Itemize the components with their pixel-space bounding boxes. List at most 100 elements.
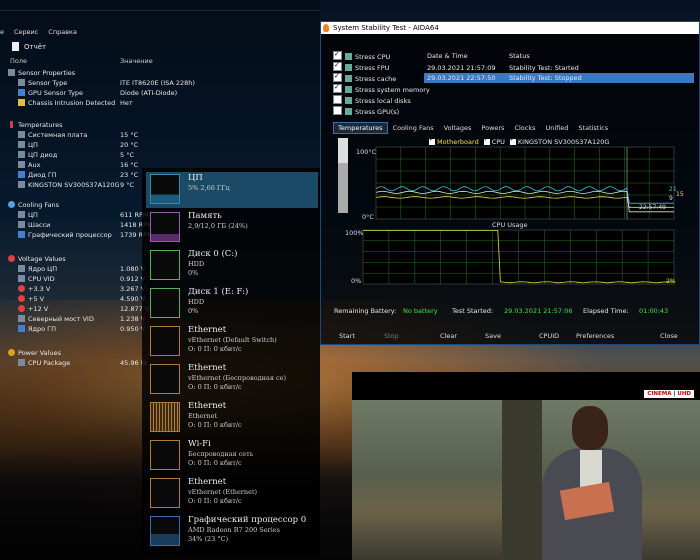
tree-section[interactable]: Power Values	[8, 348, 61, 358]
log-header-date: Date & Time	[427, 52, 468, 60]
sensor-label: Диод ГП	[28, 171, 57, 179]
task-manager-performance-list: ЦП 5% 2,66 ГГц Память 2,9/12,0 ГБ (24%) Диск…	[142, 168, 320, 553]
checkbox[interactable]	[333, 106, 342, 115]
section-icon	[8, 201, 15, 208]
sensor-icon	[18, 89, 25, 96]
tab-clocks[interactable]: Clocks	[509, 122, 540, 134]
checkbox[interactable]	[333, 95, 342, 104]
perf-detail: vEthernet (Беспроводная се)	[188, 374, 287, 382]
close-button[interactable]: Close	[660, 332, 678, 340]
perf-item[interactable]: Память 2,9/12,0 ГБ (24%)	[146, 210, 318, 246]
tab-powers[interactable]: Powers	[476, 122, 509, 134]
stress-option[interactable]: Stress local disks	[333, 95, 453, 106]
temp-top-label: 100°C	[356, 148, 377, 156]
perf-thumbnail	[150, 250, 180, 280]
title-bar[interactable]: System Stability Test - AIDA64	[321, 22, 699, 34]
log-row[interactable]: 29.03.2021 21:57:09 Stability Test: Star…	[424, 63, 694, 73]
sensor-value: 9 °C	[120, 181, 134, 189]
sensor-row[interactable]: ЦП 20 °C	[0, 140, 320, 150]
tab-unified[interactable]: Unified	[541, 122, 574, 134]
sensor-icon	[18, 265, 25, 272]
start-button[interactable]: Start	[339, 332, 355, 340]
stress-option[interactable]: Stress system memory	[333, 82, 453, 95]
cpuid-button[interactable]: CPUID	[539, 332, 559, 340]
legend-motherboard[interactable]: Motherboard	[429, 136, 479, 146]
perf-detail: AMD Radeon R7 200 Series	[188, 526, 280, 534]
tree-section[interactable]: Voltage Values	[8, 254, 66, 264]
perf-item[interactable]: Диск 0 (C:) HDD 0%	[146, 248, 318, 284]
sensor-row[interactable]: Chassis Intrusion Detected Нет	[0, 98, 320, 108]
log-status: Stability Test: Stopped	[509, 74, 582, 82]
temp-time-label: 22:57:49	[639, 204, 666, 211]
test-started-value: 29.03.2021 21:57:06	[504, 307, 573, 315]
tree-section[interactable]: Cooling Fans	[8, 200, 59, 210]
sensor-icon	[18, 131, 25, 138]
section-icon	[8, 69, 15, 76]
sensor-row[interactable]: Sensor Type ITE IT8620E (ISA 228h)	[0, 78, 320, 88]
perf-detail: Ethernet	[188, 412, 218, 420]
tab-statistics[interactable]: Statistics	[573, 122, 613, 134]
perf-detail-2: 0%	[188, 307, 199, 315]
sensor-label: Chassis Intrusion Detected	[28, 99, 116, 107]
log-date: 29.03.2021 22:57:50	[427, 74, 496, 82]
sensor-icon	[18, 141, 25, 148]
sensor-icon	[18, 315, 25, 322]
perf-name: Wi-Fi	[188, 439, 211, 449]
video-player[interactable]: CINEMA | UHD	[352, 372, 700, 560]
tab-voltages[interactable]: Voltages	[439, 122, 477, 134]
perf-thumbnail	[150, 326, 180, 356]
menu-item[interactable]: е	[0, 28, 4, 36]
sensor-value: Diode (ATI-Diode)	[120, 89, 178, 97]
perf-item[interactable]: Диск 1 (E: F:) HDD 0%	[146, 286, 318, 322]
legend-cpu[interactable]: CPU	[483, 136, 505, 146]
cpu-top-label: 100%	[345, 229, 364, 237]
stop-button[interactable]: Stop	[384, 332, 399, 340]
perf-detail: vEthernet (Default Switch)	[188, 336, 277, 344]
log-status: Stability Test: Started	[509, 64, 579, 72]
tree-section[interactable]: Temperatures	[8, 120, 63, 130]
perf-item[interactable]: Графический процессор 0 AMD Radeon R7 200…	[146, 514, 318, 550]
preferences-button[interactable]: Preferences	[576, 332, 614, 340]
menu-item[interactable]: Сервис	[14, 28, 38, 36]
perf-item[interactable]: Ethernet Ethernet О: 0 П: 0 кбит/с	[146, 400, 318, 436]
sensor-label: Ядро ГП	[28, 325, 57, 333]
checkbox[interactable]	[333, 60, 342, 71]
legend-kingston[interactable]: KINGSTON SV300S37A120G	[509, 136, 609, 146]
sensor-label: ЦП	[28, 141, 38, 149]
checkbox[interactable]	[333, 49, 342, 60]
report-button[interactable]: Отчёт	[12, 42, 46, 51]
perf-item[interactable]: ЦП 5% 2,66 ГГц	[146, 172, 318, 208]
sensor-row[interactable]: Системная плата 15 °C	[0, 130, 320, 140]
perf-detail: 5% 2,66 ГГц	[188, 184, 230, 192]
system-stability-test-window: System Stability Test - AIDA64 Stress CP…	[320, 21, 700, 345]
clear-button[interactable]: Clear	[440, 332, 457, 340]
tab-temperatures[interactable]: Temperatures	[333, 122, 388, 134]
log-row-selected[interactable]: 29.03.2021 22:57:50 Stability Test: Stop…	[424, 73, 694, 83]
stress-label: Stress FPU	[355, 64, 390, 72]
save-button[interactable]: Save	[485, 332, 501, 340]
perf-detail: HDD	[188, 260, 205, 268]
checkbox[interactable]	[333, 71, 342, 82]
stress-label: Stress system memory	[355, 86, 430, 94]
perf-detail: 2,9/12,0 ГБ (24%)	[188, 222, 248, 230]
sensor-label: Системная плата	[28, 131, 88, 139]
menu-item[interactable]: Справка	[48, 28, 77, 36]
sensor-icon	[18, 285, 25, 292]
perf-thumbnail	[150, 364, 180, 394]
sensor-label: GPU Sensor Type	[28, 89, 84, 97]
checkbox[interactable]	[333, 82, 342, 93]
stress-option[interactable]: Stress GPU(s)	[333, 106, 453, 117]
tree-section[interactable]: Sensor Properties	[8, 68, 75, 78]
perf-detail-2: О: 0 П: 0 кбит/с	[188, 345, 242, 353]
sensor-label: Северный мост VID	[28, 315, 94, 323]
sensor-value: 15 °C	[120, 131, 139, 139]
perf-item[interactable]: Ethernet vEthernet (Ethernet) О: 0 П: 0 кб…	[146, 476, 318, 512]
perf-item[interactable]: Ethernet vEthernet (Беспроводная се) О: 0 …	[146, 362, 318, 398]
sensor-value: 23 °C	[120, 171, 139, 179]
sensor-row[interactable]: GPU Sensor Type Diode (ATI-Diode)	[0, 88, 320, 98]
sensor-row[interactable]: ЦП диод 5 °C	[0, 150, 320, 160]
perf-item[interactable]: Ethernet vEthernet (Default Switch) О: 0 П…	[146, 324, 318, 360]
tab-cooling-fans[interactable]: Cooling Fans	[388, 122, 439, 134]
perf-name: Ethernet	[188, 363, 227, 373]
perf-item[interactable]: Wi-Fi Беспроводная сеть О: 0 П: 0 кбит/с	[146, 438, 318, 474]
